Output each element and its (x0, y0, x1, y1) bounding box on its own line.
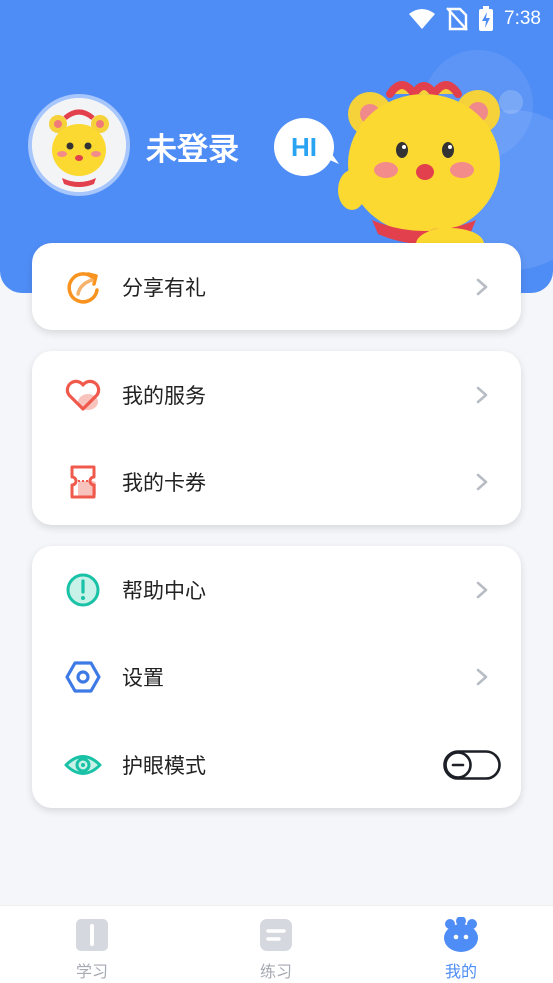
chevron-right-icon (476, 386, 488, 403)
username-label[interactable]: 未登录 (146, 124, 239, 169)
help-icon (66, 573, 100, 606)
menu-item-settings[interactable]: 设置 (32, 633, 521, 720)
menu-item-coupons[interactable]: 我的卡券 (32, 438, 521, 525)
tab-practice[interactable]: 练习 (184, 906, 368, 983)
menu-item-share[interactable]: 分享有礼 (32, 243, 521, 330)
book-icon (76, 919, 108, 951)
eye-icon (64, 754, 102, 775)
menu-label-settings: 设置 (122, 665, 164, 690)
mascot-avatar-icon (32, 98, 126, 192)
settings-card: 帮助中心 设置 护眼模式 (32, 546, 521, 808)
menu-label-services: 我的服务 (122, 383, 206, 408)
mascot-face-icon (444, 917, 478, 952)
menu-label-eye-mode: 护眼模式 (122, 753, 206, 778)
menu-label-share: 分享有礼 (122, 275, 206, 300)
tab-label-practice: 练习 (259, 962, 292, 981)
menu-label-help: 帮助中心 (122, 578, 206, 603)
menu-item-help[interactable]: 帮助中心 (32, 546, 521, 633)
mascot-illustration (330, 72, 520, 262)
practice-icon (260, 919, 292, 951)
eye-mode-toggle[interactable] (443, 749, 501, 780)
tab-label-mine: 我的 (444, 962, 477, 981)
wifi-icon (409, 9, 436, 29)
greeting-text: HI (291, 132, 317, 162)
status-time: 7:38 (504, 8, 541, 29)
settings-hex-icon (65, 660, 101, 693)
chevron-right-icon (476, 473, 488, 490)
menu-label-coupons: 我的卡券 (122, 470, 206, 495)
share-card: 分享有礼 (32, 243, 521, 330)
chevron-right-icon (476, 278, 488, 295)
no-sim-icon (446, 7, 468, 31)
tab-mine[interactable]: 我的 (369, 906, 553, 983)
status-bar: 7:38 (0, 0, 553, 40)
menu-item-eye-mode: 护眼模式 (32, 721, 521, 808)
chevron-right-icon (476, 581, 488, 598)
account-card: 我的服务 我的卡券 (32, 351, 521, 525)
menu-item-services[interactable]: 我的服务 (32, 351, 521, 438)
bottom-tab-bar: 学习 练习 我的 (0, 905, 553, 983)
tab-study[interactable]: 学习 (0, 906, 184, 983)
chevron-right-icon (476, 668, 488, 685)
share-gift-icon (67, 271, 99, 304)
avatar[interactable] (32, 98, 126, 192)
ticket-icon (70, 465, 96, 498)
heart-icon (65, 379, 101, 411)
battery-charging-icon (479, 6, 494, 31)
tab-label-study: 学习 (75, 962, 108, 981)
